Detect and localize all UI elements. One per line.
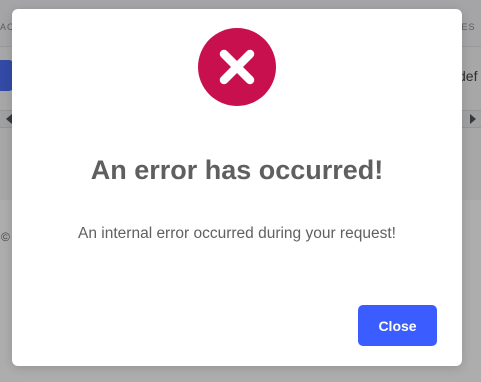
close-button[interactable]: Close xyxy=(358,305,437,346)
error-dialog: An error has occurred! An internal error… xyxy=(12,9,462,366)
error-x-circle-icon xyxy=(198,28,276,106)
dialog-title: An error has occurred! xyxy=(90,155,384,185)
dialog-message: An internal error occurred during your r… xyxy=(78,225,396,242)
x-mark-icon xyxy=(219,49,255,85)
